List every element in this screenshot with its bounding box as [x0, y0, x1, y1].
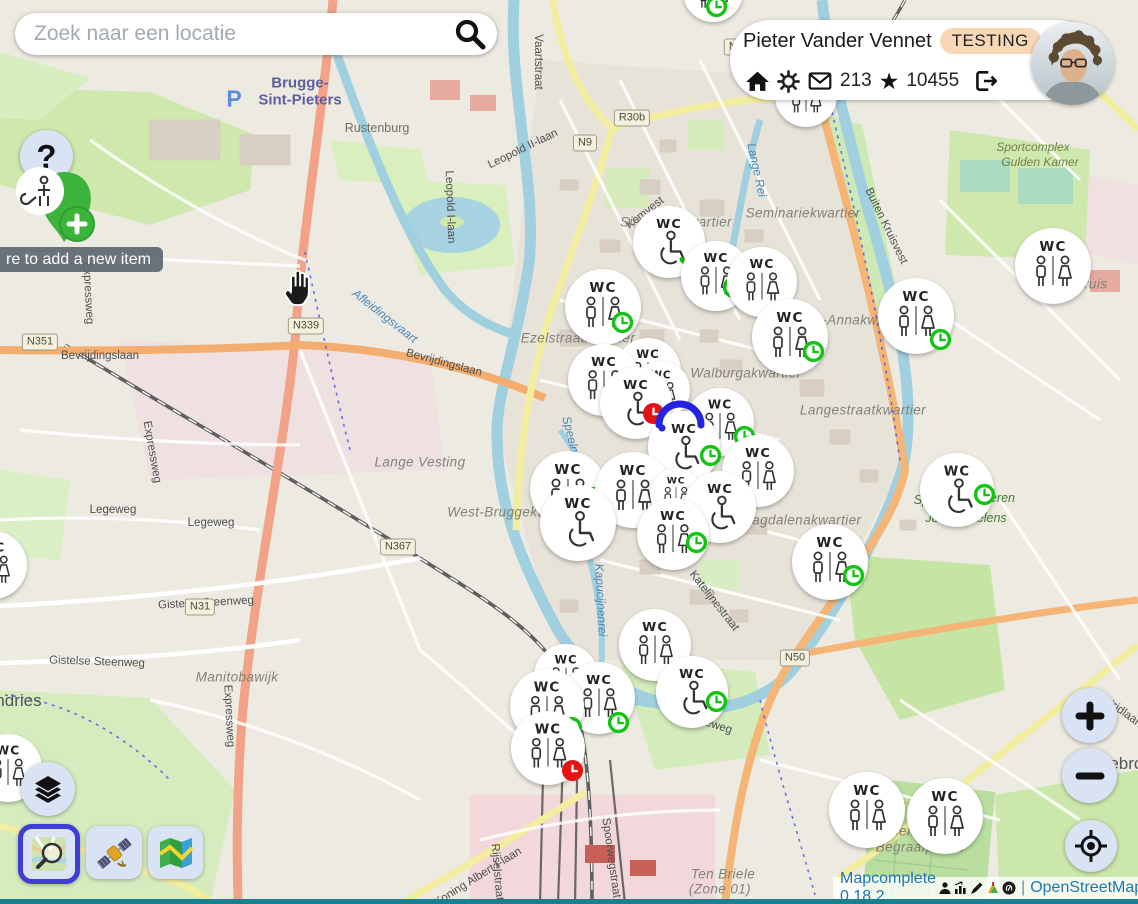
changesets-count: 10455	[906, 70, 959, 92]
svg-text:WC: WC	[902, 289, 929, 305]
osm-map-icon	[30, 835, 68, 873]
background-map-button[interactable]	[148, 826, 203, 879]
opening-hours-badge-open[interactable]	[685, 531, 708, 554]
svg-text:WC: WC	[534, 680, 560, 695]
logout-icon[interactable]	[972, 68, 998, 94]
svg-text:WC: WC	[642, 620, 668, 635]
svg-text:WC: WC	[589, 280, 616, 296]
toilet-marker[interactable]: WC	[829, 772, 905, 848]
opening-hours-badge-open[interactable]	[705, 690, 728, 713]
svg-text:WC: WC	[816, 535, 843, 551]
user-avatar[interactable]	[1031, 22, 1114, 105]
messages-count: 213	[840, 70, 872, 92]
svg-text:WC: WC	[679, 667, 705, 682]
background-osm-button[interactable]	[18, 824, 80, 884]
map-markers-layer: WC WC WC WC WC WC WC WC WC WC WC	[0, 0, 1138, 904]
testing-badge: TESTING	[940, 28, 1041, 54]
layers-icon	[32, 773, 64, 805]
opening-hours-badge-open[interactable]	[611, 311, 634, 334]
svg-text:WC: WC	[623, 378, 649, 393]
zoom-in-button[interactable]	[1062, 688, 1117, 743]
svg-text:WC: WC	[931, 789, 958, 805]
opening-hours-badge-open[interactable]	[842, 564, 865, 587]
svg-text:WC: WC	[749, 256, 774, 271]
opening-hours-badge-open[interactable]	[607, 711, 630, 734]
toilet-marker[interactable]: WC	[907, 778, 983, 854]
search-input[interactable]	[15, 22, 453, 46]
add-item-tooltip: re to add a new item	[0, 247, 163, 272]
svg-text:WC: WC	[853, 783, 880, 799]
folded-map-icon	[157, 834, 195, 872]
geolocate-button[interactable]	[1065, 820, 1117, 872]
selected-location-arc[interactable]	[654, 391, 706, 443]
theme-icon[interactable]	[986, 881, 1000, 895]
svg-text:WC: WC	[554, 462, 581, 478]
zoom-out-button[interactable]	[1062, 748, 1117, 803]
mastodon-icon[interactable]	[1002, 881, 1016, 895]
opening-hours-badge-closed[interactable]	[561, 759, 584, 782]
contributors-icon[interactable]	[938, 881, 952, 895]
svg-text:WC: WC	[707, 482, 733, 497]
toilet-marker[interactable]: WC	[0, 531, 27, 599]
opening-hours-badge-open[interactable]	[802, 340, 825, 363]
plus-icon	[1075, 701, 1105, 731]
svg-text:WC: WC	[619, 463, 646, 479]
opening-hours-badge-open[interactable]	[705, 0, 728, 18]
attribution-bar: Mapcomplete 0.18.2 | OpenStreetMap	[833, 877, 1138, 899]
statistics-icon[interactable]	[954, 881, 968, 895]
svg-text:WC: WC	[944, 464, 970, 479]
toilet-marker[interactable]: WC	[792, 524, 868, 600]
svg-text:WC: WC	[1039, 239, 1066, 255]
crosshair-icon	[1074, 829, 1108, 863]
toilet-marker[interactable]: WC	[565, 269, 641, 345]
user-name: Pieter Vander Vennet	[743, 30, 932, 53]
svg-text:WC: WC	[660, 509, 686, 524]
edit-icon[interactable]	[970, 881, 984, 895]
toilet-marker[interactable]: WC	[1015, 228, 1091, 304]
svg-text:WC: WC	[776, 310, 803, 326]
hand-cursor-icon	[279, 268, 313, 308]
add-item-pin[interactable]	[14, 160, 106, 252]
opening-hours-badge-open[interactable]	[699, 444, 722, 467]
svg-text:WC: WC	[708, 398, 732, 412]
attribution-separator: |	[1021, 879, 1025, 897]
opening-hours-badge-open[interactable]	[973, 483, 996, 506]
background-satellite-button[interactable]	[86, 826, 142, 879]
layers-button[interactable]	[21, 762, 75, 816]
svg-text:WC: WC	[535, 722, 561, 737]
search-bar[interactable]	[15, 13, 497, 55]
opening-hours-badge-open[interactable]	[929, 328, 952, 351]
svg-text:WC: WC	[564, 496, 591, 512]
svg-text:WC: WC	[667, 476, 686, 487]
toilet-marker-wheelchair[interactable]: WC	[540, 485, 616, 561]
svg-text:WC: WC	[0, 541, 5, 555]
toilet-marker[interactable]: WC	[752, 299, 828, 375]
map-viewport[interactable]: Brugge-Sint-PietersRustenburgPVaartstraa…	[0, 0, 1138, 904]
minus-icon	[1075, 761, 1105, 791]
svg-text:WC: WC	[703, 250, 728, 265]
bottom-theme-bar	[0, 899, 1138, 904]
search-icon[interactable]	[453, 17, 487, 51]
osm-attribution-link[interactable]: OpenStreetMap	[1030, 879, 1138, 897]
satellite-icon	[94, 833, 134, 873]
messages-icon[interactable]	[807, 68, 833, 94]
home-icon[interactable]	[745, 69, 770, 94]
svg-text:WC: WC	[745, 446, 771, 461]
svg-text:WC: WC	[0, 744, 20, 758]
svg-text:WC: WC	[586, 673, 612, 688]
svg-text:WC: WC	[656, 217, 682, 232]
gear-icon[interactable]	[777, 70, 800, 93]
star-icon: ★	[879, 70, 900, 93]
